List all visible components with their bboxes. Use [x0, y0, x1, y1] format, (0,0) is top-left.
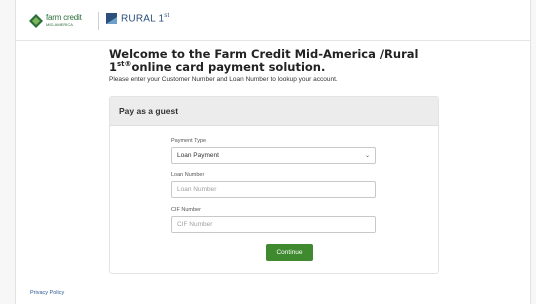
guest-payment-card: Pay as a guest Payment Type Loan Payment… [109, 96, 439, 274]
page-subtitle: Please enter your Customer Number and Lo… [109, 76, 338, 83]
page-title-sup: st® [117, 60, 132, 69]
farm-credit-logo-line2: MID-AMERICA [46, 22, 73, 27]
chevron-down-icon: ⌄ [364, 153, 370, 159]
farm-credit-logo-text: farm credit MID-AMERICA [46, 14, 82, 28]
site-header: farm credit MID-AMERICA RURAL 1st [16, 0, 530, 41]
loan-number-label: Loan Number [171, 172, 205, 178]
rural1-logo[interactable]: RURAL 1st [106, 13, 169, 24]
page-title: Welcome to the Farm Credit Mid-America /… [109, 48, 469, 74]
rural1-logo-label: RURAL 1 [121, 13, 165, 25]
cif-number-placeholder: CIF Number [177, 221, 213, 228]
rural1-square-icon [106, 13, 117, 25]
loan-number-placeholder: Loan Number [177, 186, 217, 193]
payment-type-select[interactable]: Loan Payment ⌄ [171, 147, 376, 164]
logo-divider [98, 12, 99, 30]
cif-number-input[interactable]: CIF Number [171, 216, 376, 233]
card-header: Pay as a guest [110, 97, 438, 126]
rural1-logo-sup: st [164, 13, 170, 19]
page-title-part2: online card payment solution. [131, 60, 326, 74]
cif-number-label: CIF Number [171, 207, 201, 213]
continue-button[interactable]: Continue [266, 244, 313, 261]
rural1-logo-text: RURAL 1st [121, 13, 169, 24]
loan-number-input[interactable]: Loan Number [171, 181, 376, 198]
privacy-policy-link[interactable]: Privacy Policy [30, 290, 64, 296]
payment-type-label: Payment Type [171, 138, 207, 144]
farm-credit-logo[interactable]: farm credit MID-AMERICA [29, 14, 82, 28]
diamond-leaf-icon [29, 14, 43, 28]
farm-credit-logo-line1: farm credit [46, 13, 82, 22]
page-frame: farm credit MID-AMERICA RURAL 1st Welcom… [15, 0, 531, 304]
payment-type-value: Loan Payment [177, 152, 219, 159]
